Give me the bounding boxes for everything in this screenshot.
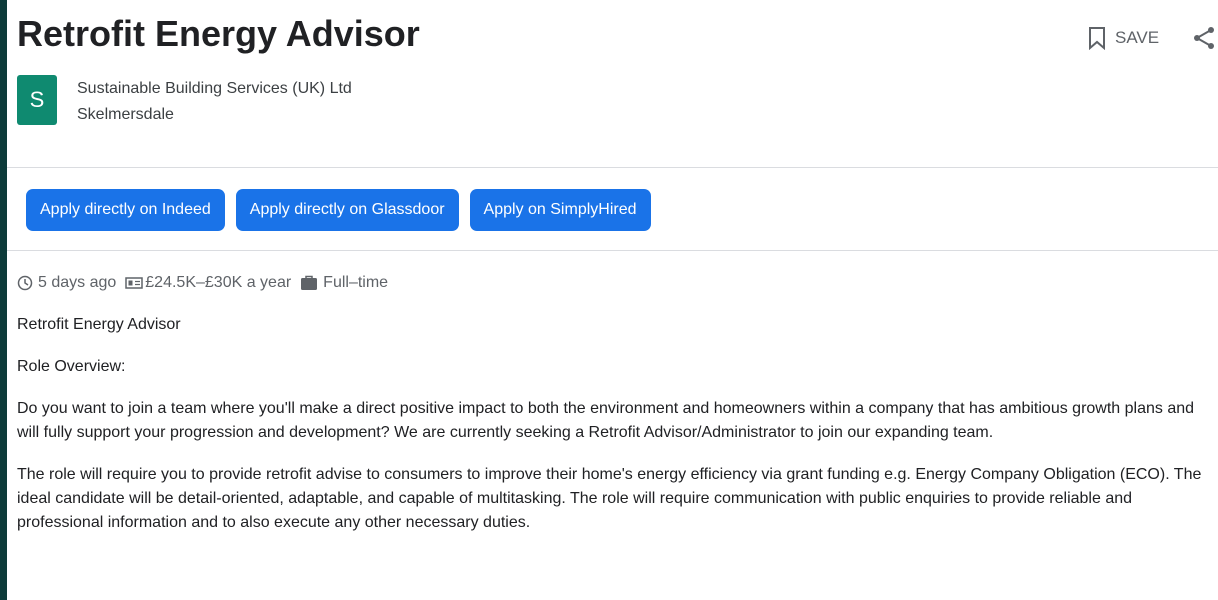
description-paragraph: Retrofit Energy Advisor	[17, 316, 181, 333]
briefcase-icon	[300, 275, 318, 291]
job-description: Retrofit Energy Advisor Role Overview: D…	[17, 313, 1217, 553]
money-icon	[125, 276, 144, 290]
share-button[interactable]	[1192, 26, 1216, 55]
salary: £24.5K–£30K a year	[125, 274, 291, 292]
divider	[7, 250, 1218, 251]
job-meta: 5 days ago £24.5K–£30K a year Full–time	[17, 272, 397, 294]
salary-text: £24.5K–£30K a year	[145, 274, 292, 291]
clock-icon	[17, 275, 33, 291]
apply-buttons: Apply directly on Indeed Apply directly …	[26, 189, 651, 231]
apply-glassdoor-button[interactable]: Apply directly on Glassdoor	[235, 189, 459, 231]
job-type: Full–time	[300, 274, 388, 292]
posted-text: 5 days ago	[38, 274, 117, 291]
job-detail-panel: Retrofit Energy Advisor SAVE S Sustainab…	[7, 0, 1218, 600]
description-paragraph: The role will require you to provide ret…	[17, 466, 1202, 531]
posted-date: 5 days ago	[17, 274, 116, 292]
apply-simplyhired-button[interactable]: Apply on SimplyHired	[469, 189, 651, 231]
job-title: Retrofit Energy Advisor	[17, 13, 420, 54]
company-info: Sustainable Building Services (UK) Ltd S…	[77, 76, 352, 128]
description-paragraph: Do you want to join a team where you'll …	[17, 400, 1195, 441]
bookmark-icon	[1089, 27, 1105, 50]
share-icon	[1194, 27, 1214, 49]
save-button[interactable]: SAVE	[1088, 24, 1159, 52]
job-type-text: Full–time	[323, 274, 389, 291]
description-paragraph: Role Overview:	[17, 358, 126, 375]
divider	[7, 167, 1218, 168]
apply-indeed-button[interactable]: Apply directly on Indeed	[26, 189, 225, 231]
company-name: Sustainable Building Services (UK) Ltd	[77, 80, 352, 97]
save-label: SAVE	[1115, 28, 1160, 47]
job-location: Skelmersdale	[77, 106, 174, 123]
company-logo: S	[17, 75, 57, 125]
